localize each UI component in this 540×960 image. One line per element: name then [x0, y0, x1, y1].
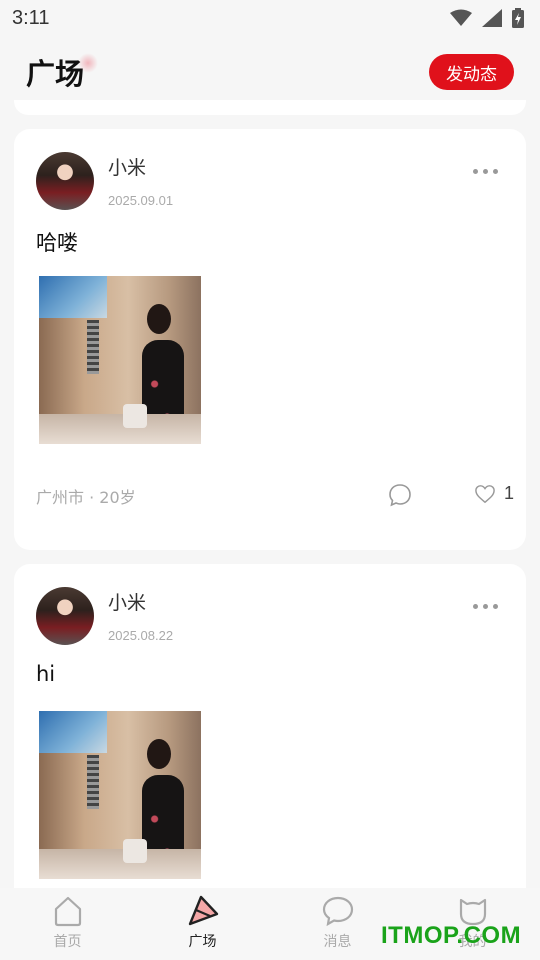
plaza-icon: [188, 895, 218, 926]
post-text: hi: [36, 662, 56, 686]
status-icons: [450, 8, 524, 28]
author-name[interactable]: 小米: [108, 588, 146, 615]
post-image[interactable]: [39, 276, 201, 444]
like-button[interactable]: 1: [474, 483, 514, 504]
image-floor: [39, 849, 201, 879]
post-text: 哈喽: [36, 231, 78, 255]
heart-icon: [475, 484, 495, 503]
post-location-age: 广州市 · 20岁: [36, 488, 136, 507]
nav-item-home[interactable]: 首页: [0, 888, 135, 960]
image-figure-head: [147, 739, 171, 769]
post-card[interactable]: 小米 2025.09.01 哈喽 广州市 · 20岁 1: [14, 129, 526, 550]
status-time: 3:11: [12, 6, 50, 29]
wifi-icon: [450, 9, 472, 26]
nav-label: 首页: [53, 934, 82, 950]
battery-icon: [512, 8, 524, 28]
image-sign: [39, 276, 107, 318]
post-image[interactable]: [39, 711, 201, 879]
image-bag: [123, 404, 147, 428]
nav-item-plaza[interactable]: 广场: [135, 888, 270, 960]
header: 广场 发动态: [0, 40, 540, 104]
image-figure-head: [147, 304, 171, 334]
status-bar: 3:11: [0, 0, 540, 36]
image-sign: [39, 711, 107, 753]
signal-icon: [482, 9, 502, 27]
page-title: 广场: [26, 51, 99, 93]
more-dot: [483, 169, 488, 174]
nav-label: 消息: [323, 934, 352, 950]
more-button[interactable]: [473, 169, 498, 174]
more-dot: [483, 604, 488, 609]
image-bag: [123, 839, 147, 863]
author-name[interactable]: 小米: [108, 153, 146, 180]
post-date: 2025.08.22: [108, 628, 174, 643]
like-count: 1: [504, 483, 515, 503]
avatar[interactable]: [36, 152, 94, 210]
image-floor: [39, 414, 201, 444]
image-panel: [87, 755, 99, 809]
nav-label: 广场: [188, 934, 217, 950]
more-dot: [493, 169, 498, 174]
watermark: ITMOP.COM: [381, 922, 522, 949]
avatar[interactable]: [36, 587, 94, 645]
previous-card: [14, 100, 526, 115]
more-dot: [493, 604, 498, 609]
image-panel: [87, 320, 99, 374]
post-date: 2025.09.01: [108, 193, 174, 208]
comment-icon[interactable]: [388, 483, 412, 507]
message-icon: [322, 896, 353, 927]
more-dot: [473, 169, 478, 174]
more-dot: [473, 604, 478, 609]
home-icon: [54, 896, 81, 927]
feed: 小米 2025.09.01 哈喽 广州市 · 20岁 1 小米 2025.08.…: [14, 129, 526, 960]
more-button[interactable]: [473, 604, 498, 609]
post-button[interactable]: 发动态: [429, 54, 514, 90]
